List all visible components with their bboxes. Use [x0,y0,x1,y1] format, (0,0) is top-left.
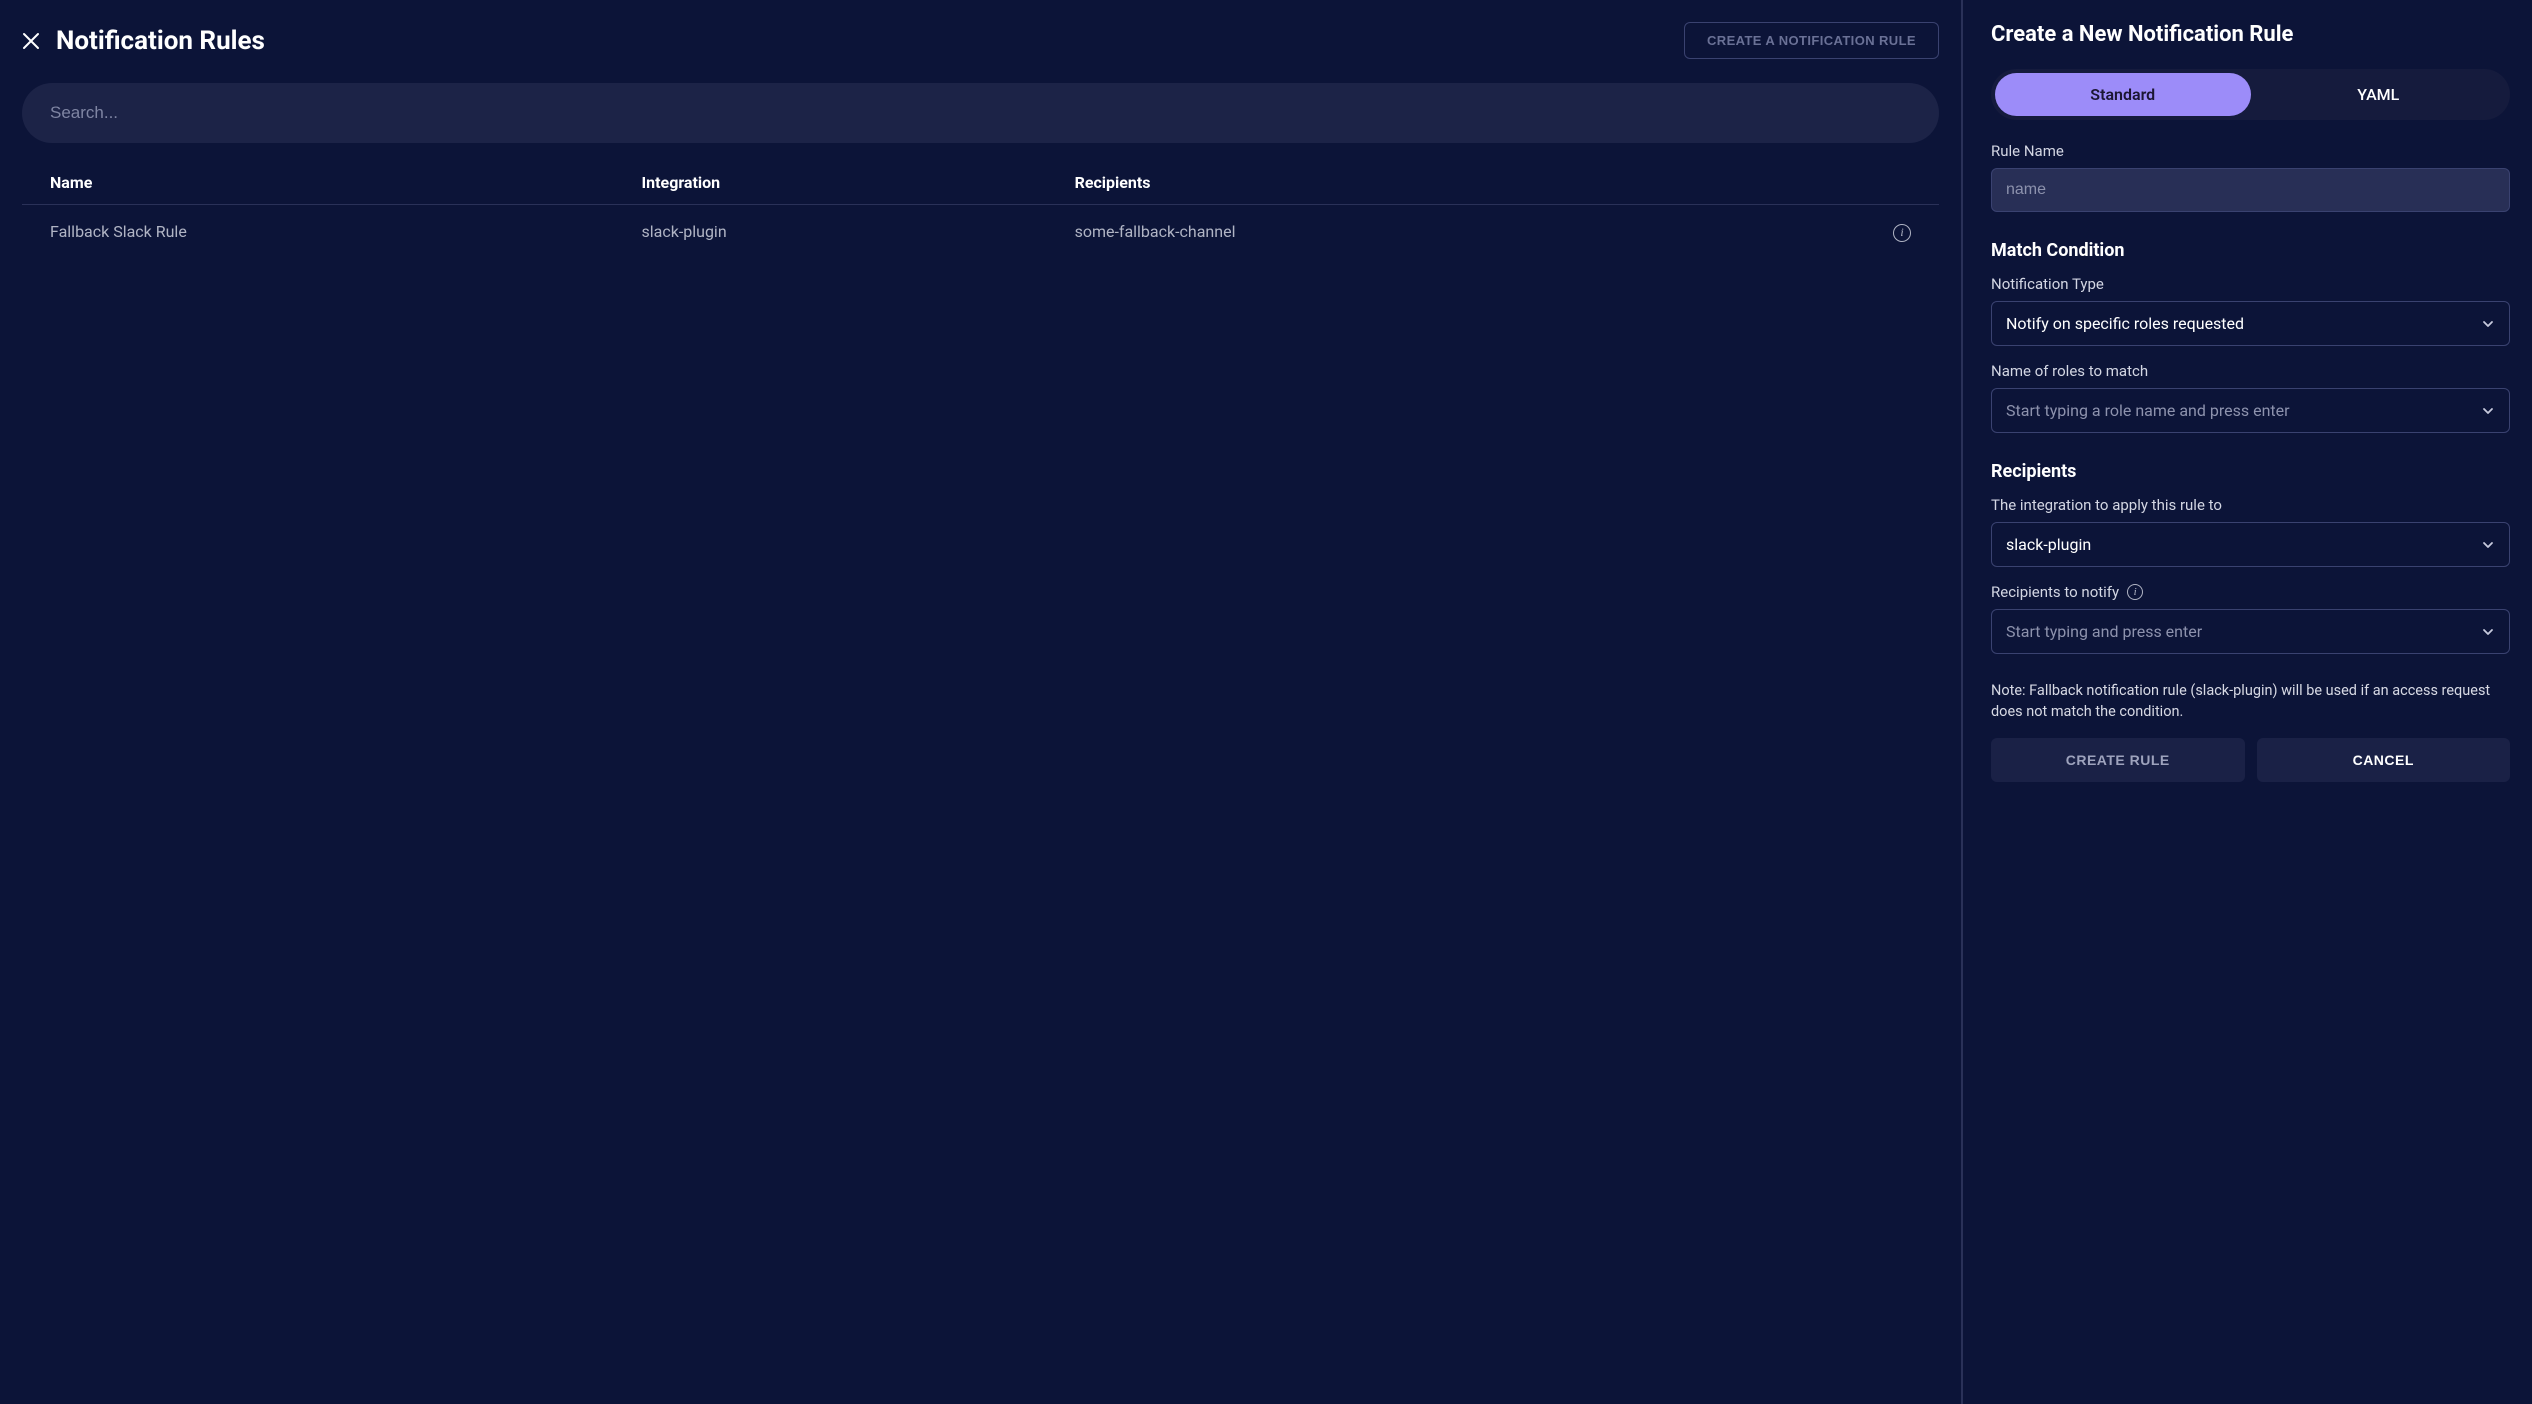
col-integration: Integration [613,163,1046,205]
create-rule-panel: Create a New Notification Rule Standard … [1963,0,2532,1404]
panel-title: Create a New Notification Rule [1991,22,2510,47]
match-condition-heading: Match Condition [1991,240,2510,261]
recipients-heading: Recipients [1991,461,2510,482]
integration-value: slack-plugin [2006,535,2091,554]
fallback-note: Note: Fallback notification rule (slack-… [1991,680,2510,722]
col-name: Name [22,163,613,205]
chevron-down-icon [2481,317,2495,331]
rules-table: Name Integration Recipients Fallback Sla… [22,163,1939,258]
info-icon[interactable]: i [1893,224,1911,242]
rules-list-panel: Notification Rules CREATE A NOTIFICATION… [0,0,1963,1404]
cell-name: Fallback Slack Rule [22,205,613,258]
recipients-notify-placeholder: Start typing and press enter [2006,622,2202,641]
integration-label: The integration to apply this rule to [1991,496,2510,514]
integration-select[interactable]: slack-plugin [1991,522,2510,567]
notification-type-select[interactable]: Notify on specific roles requested [1991,301,2510,346]
notification-type-label: Notification Type [1991,275,2510,293]
chevron-down-icon [2481,625,2495,639]
tab-yaml[interactable]: YAML [2251,73,2507,116]
rule-name-input[interactable] [1991,168,2510,212]
recipients-notify-label: Recipients to notify [1991,583,2119,601]
cancel-button[interactable]: CANCEL [2257,738,2511,782]
search-input[interactable] [22,83,1939,143]
info-icon[interactable]: i [2127,584,2143,600]
roles-match-placeholder: Start typing a role name and press enter [2006,401,2290,420]
create-rule-button[interactable]: CREATE RULE [1991,738,2245,782]
close-icon[interactable] [22,32,40,50]
page-title: Notification Rules [56,26,1668,56]
roles-match-label: Name of roles to match [1991,362,2510,380]
table-row[interactable]: Fallback Slack Rule slack-plugin some-fa… [22,205,1939,258]
roles-match-input[interactable]: Start typing a role name and press enter [1991,388,2510,433]
mode-toggle: Standard YAML [1991,69,2510,120]
notification-type-value: Notify on specific roles requested [2006,314,2244,333]
cell-recipients: some-fallback-channel [1047,205,1712,258]
col-recipients: Recipients [1047,163,1712,205]
rule-name-label: Rule Name [1991,142,2510,160]
recipients-notify-input[interactable]: Start typing and press enter [1991,609,2510,654]
cell-integration: slack-plugin [613,205,1046,258]
create-notification-rule-button[interactable]: CREATE A NOTIFICATION RULE [1684,22,1939,59]
chevron-down-icon [2481,538,2495,552]
col-actions [1712,163,1939,205]
chevron-down-icon [2481,404,2495,418]
tab-standard[interactable]: Standard [1995,73,2251,116]
